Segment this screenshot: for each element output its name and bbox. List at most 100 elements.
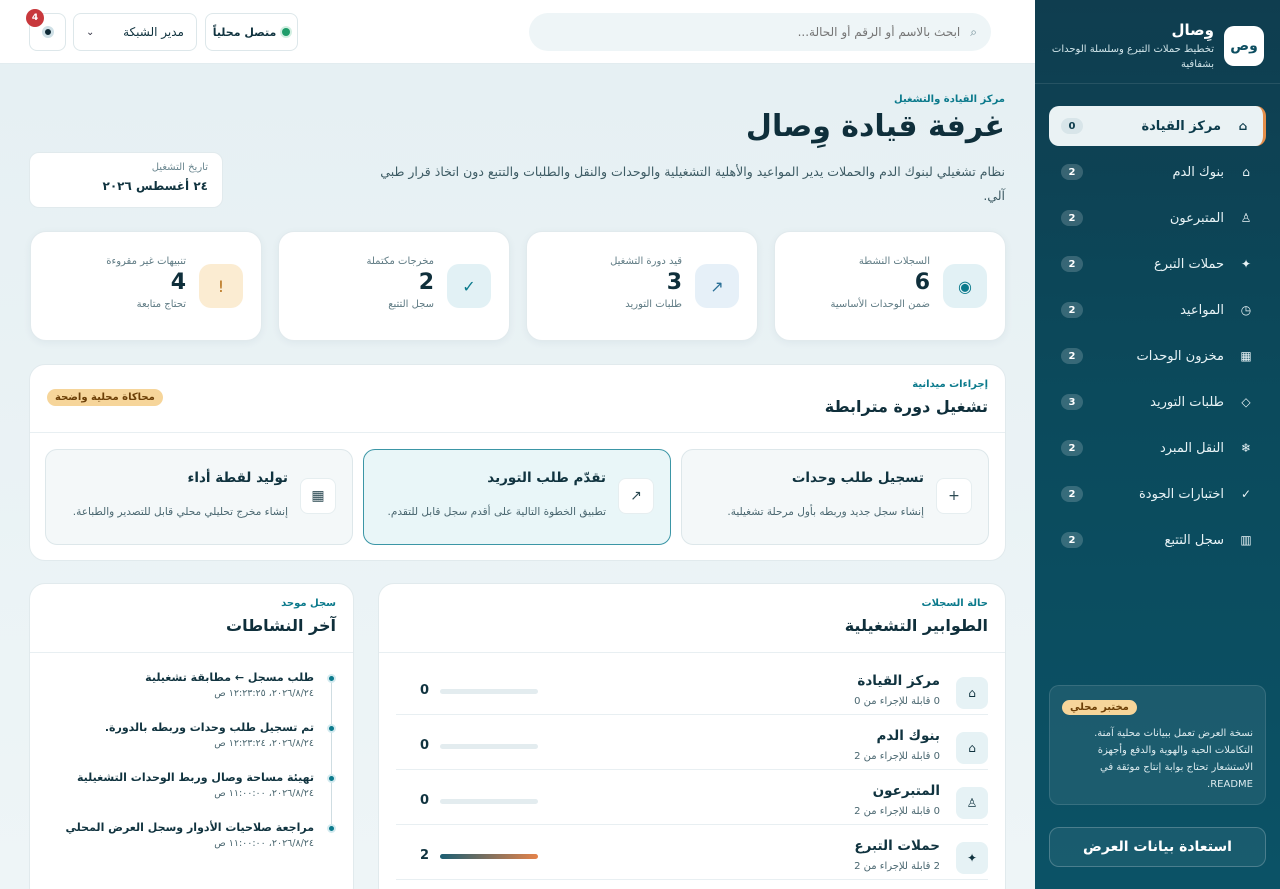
stat-note: ضمن الوحدات الأساسية: [830, 299, 930, 310]
stat-value: 6: [914, 270, 930, 295]
stat-label: السجلات النشطة: [858, 256, 930, 267]
grid-icon: ▦: [300, 478, 336, 514]
clock-icon: ◷: [1240, 303, 1252, 317]
cycle-eyebrow: إجراءات ميدانية: [912, 379, 988, 390]
sidebar-item-count: 2: [1061, 256, 1083, 272]
restore-demo-data-button[interactable]: استعادة بيانات العرض: [1049, 827, 1266, 867]
diamond-icon: ◇: [1241, 395, 1251, 409]
stat-label: مخرجات مكتملة: [366, 256, 435, 267]
generate-performance-snapshot-action[interactable]: ▦ توليد لقطة أداء إنشاء مخرج تحليلي محلي…: [45, 449, 353, 545]
search-input[interactable]: [543, 25, 961, 39]
role-select[interactable]: مدير الشبكة ⌄: [73, 13, 197, 51]
sidebar-item-quality-tests[interactable]: ✓ اختبارات الجودة 2: [1049, 474, 1266, 514]
stat-card-active-records: ◉ السجلات النشطة 6 ضمن الوحدات الأساسية: [774, 231, 1006, 341]
activity-item[interactable]: تهيئة مساحة وصال وربط الوحدات التشغيلية …: [47, 770, 336, 820]
activity-time: ٢٠٢٦/٨/٢٤، ١٢:٢٣:٢٤ ص: [214, 738, 314, 749]
activity-item[interactable]: مراجعة صلاحيات الأدوار وسجل العرض المحلي…: [47, 820, 336, 870]
status-dot-icon: [282, 28, 291, 36]
queue-value: 0: [420, 738, 430, 753]
brand-tagline: تخطيط حملات التبرع وسلسلة الوحدات بشفافي…: [1051, 44, 1214, 70]
check-icon: ✓: [1240, 487, 1252, 501]
queue-name: مركز القيادة: [857, 673, 940, 689]
activity-item[interactable]: تم تسجيل طلب وحدات وربطه بالدورة. ٢٠٢٦/٨…: [47, 720, 336, 770]
sidebar-item-appointments[interactable]: ◷ المواعيد 2: [1049, 290, 1266, 330]
sidebar-item-supply-requests[interactable]: ◇ طلبات التوريد 3: [1049, 382, 1266, 422]
page-description: نظام تشغيلي لبنوك الدم والحملات يدير الم…: [380, 164, 1005, 203]
connection-status[interactable]: متصل محلياً: [205, 13, 298, 51]
stat-value: 3: [666, 270, 682, 295]
queue-progress-fill: [440, 854, 538, 859]
sidebar-item-blood-banks[interactable]: ⌂ بنوك الدم 2: [1049, 152, 1266, 192]
role-value: مدير الشبكة: [123, 25, 184, 39]
building-icon: ⌂: [956, 732, 988, 764]
stat-text: مخرجات مكتملة 2 سجل التتبع: [367, 256, 435, 310]
queue-name: المتبرعون: [872, 783, 940, 799]
topbar: ⌕ متصل محلياً مدير الشبكة ⌄ 4: [0, 0, 1035, 64]
person-icon: ♙: [1240, 211, 1252, 225]
brand-logo[interactable]: وص: [1224, 26, 1264, 66]
sidebar-item-label: النقل المبرد: [1159, 440, 1224, 456]
advance-supply-request-action[interactable]: ↗ تقدّم طلب التوريد تطبيق الخطوة التالية…: [363, 449, 671, 545]
queue-row[interactable]: ♙ المتبرعون 0 قابلة للإجراء من 2 0: [396, 770, 988, 825]
stat-value: 2: [418, 270, 434, 295]
sidebar-item-label: مخزون الوحدات: [1136, 348, 1224, 364]
date-label: تاريخ التشغيل: [151, 162, 208, 173]
queue-name: بنوك الدم: [876, 728, 940, 744]
connected-cycle-panel: إجراءات ميدانية تشغيل دورة مترابطة محاكا…: [29, 364, 1006, 561]
stat-label: تنبيهات غير مقروءة: [106, 256, 186, 267]
notification-icon: [41, 26, 54, 38]
building-icon: ⌂: [1242, 165, 1250, 179]
sidebar-item-count: 2: [1061, 302, 1083, 318]
sidebar-item-cold-transport[interactable]: ❄ النقل المبرد 2: [1049, 428, 1266, 468]
stat-label: قيد دورة التشغيل: [610, 256, 682, 267]
sidebar-item-label: بنوك الدم: [1172, 164, 1224, 180]
queue-sub: 0 قابلة للإجراء من 2: [854, 751, 940, 762]
timeline-dot-icon: [327, 674, 336, 683]
sidebar-item-donors[interactable]: ♙ المتبرعون 2: [1049, 198, 1266, 238]
notifications-button[interactable]: 4: [26, 9, 66, 51]
sidebar-item-count: 2: [1061, 532, 1083, 548]
home-icon: ⌂: [1238, 119, 1248, 133]
arrow-up-right-icon: ↗: [695, 264, 739, 308]
queue-row[interactable]: ✦ حملات التبرع 2 قابلة للإجراء من 2 2: [396, 825, 988, 880]
timeline-dot-icon: [327, 824, 336, 833]
register-units-request-action[interactable]: + تسجيل طلب وحدات إنشاء سجل جديد وربطه ب…: [681, 449, 989, 545]
stat-note: تحتاج متابعة: [136, 299, 186, 310]
hero-eyebrow: مركز القيادة والتشغيل: [894, 94, 1005, 105]
activity-eyebrow: سجل موحد: [281, 598, 336, 609]
brand-text: وِصال تخطيط حملات التبرع وسلسلة الوحدات …: [1051, 20, 1214, 72]
cycle-title: تشغيل دورة مترابطة: [824, 397, 988, 416]
sidebar-item-count: 2: [1061, 164, 1083, 180]
recent-activity-panel: سجل موحد آخر النشاطات طلب مسجل ← مطابقة …: [29, 583, 354, 889]
queue-progress-bar: [440, 799, 538, 804]
sidebar-item-label: سجل التتبع: [1164, 532, 1224, 548]
sidebar-item-count: 0: [1061, 118, 1083, 134]
sidebar-item-label: طلبات التوريد: [1150, 394, 1224, 410]
chevron-down-icon: ⌄: [86, 26, 95, 38]
status-label: متصل محلياً: [212, 25, 277, 39]
sidebar-item-command-center[interactable]: ⌂ مركز القيادة 0: [1049, 106, 1266, 146]
date-value: ٢٤ أغسطس ٢٠٢٦: [102, 179, 208, 193]
queues-eyebrow: حالة السجلات: [921, 598, 988, 609]
divider: [30, 652, 353, 653]
sidebar-item-count: 2: [1061, 348, 1083, 364]
sidebar-item-campaigns[interactable]: ✦ حملات التبرع 2: [1049, 244, 1266, 284]
sidebar: وص وِصال تخطيط حملات التبرع وسلسلة الوحد…: [1035, 0, 1280, 889]
lab-text: نسخة العرض تعمل ببيانات محلية آمنة. التك…: [1094, 728, 1253, 790]
cycle-header: إجراءات ميدانية تشغيل دورة مترابطة محاكا…: [30, 365, 1005, 433]
sidebar-item-audit-log[interactable]: ▥ سجل التتبع 2: [1049, 520, 1266, 560]
local-lab-notice: مختبر محلي نسخة العرض تعمل ببيانات محلية…: [1049, 685, 1266, 805]
search-icon: ⌕: [970, 24, 977, 39]
queue-row[interactable]: ⌂ مركز القيادة 0 قابلة للإجراء من 0 0: [396, 660, 988, 715]
action-title: تقدّم طلب التوريد: [487, 470, 606, 486]
queue-row[interactable]: ⌂ بنوك الدم 0 قابلة للإجراء من 2 0: [396, 715, 988, 770]
search-box[interactable]: ⌕: [529, 13, 991, 51]
sidebar-item-count: 2: [1061, 440, 1083, 456]
alert-icon: !: [199, 264, 243, 308]
main-content: مركز القيادة والتشغيل غرفة قيادة وِصال ن…: [0, 64, 1035, 889]
brand: وص وِصال تخطيط حملات التبرع وسلسلة الوحد…: [1035, 0, 1280, 84]
sidebar-item-inventory[interactable]: ▦ مخزون الوحدات 2: [1049, 336, 1266, 376]
activity-title: مراجعة صلاحيات الأدوار وسجل العرض المحلي: [65, 821, 314, 834]
sidebar-item-count: 3: [1061, 394, 1083, 410]
activity-item[interactable]: طلب مسجل ← مطابقة تشغيلية ٢٠٢٦/٨/٢٤، ١٢:…: [47, 670, 336, 720]
